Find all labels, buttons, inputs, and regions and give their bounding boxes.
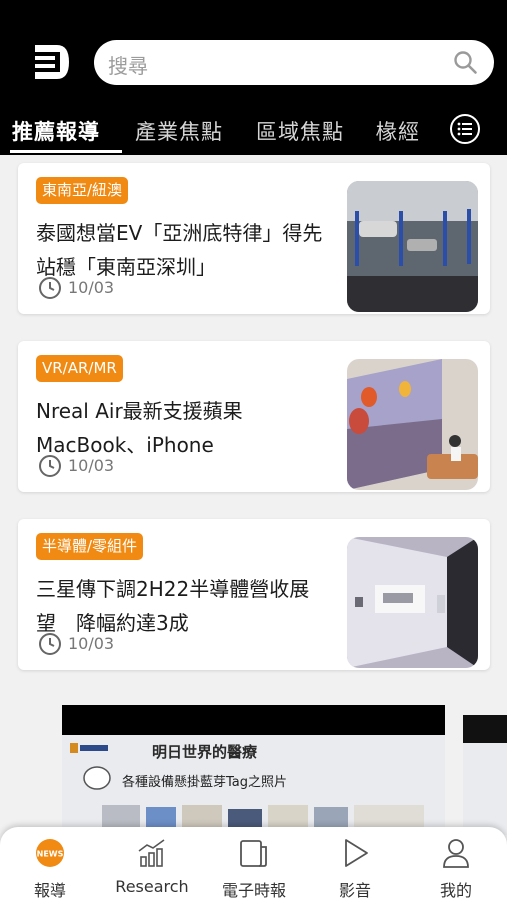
- banner-image: 明日世界的醫療 各種設備懸掛藍芽Tag之照片: [62, 735, 445, 835]
- seal-icon: [83, 766, 111, 790]
- menu-list-icon[interactable]: [449, 113, 481, 145]
- article-card[interactable]: 半導體/零組件 三星傳下調2H22半導體營收展望 降幅約達3成 10/03: [18, 519, 490, 670]
- nav-video[interactable]: 影音: [305, 835, 405, 900]
- category-tag[interactable]: 半導體/零組件: [36, 533, 144, 560]
- article-title[interactable]: 泰國想當EV「亞洲底特律」得先站穩「東南亞深圳」: [36, 216, 324, 284]
- search-input[interactable]: 搜尋: [94, 40, 494, 85]
- digitimes-logo-icon[interactable]: [33, 43, 71, 81]
- newspaper-icon: [240, 840, 267, 867]
- search-placeholder: 搜尋: [108, 54, 148, 78]
- nav-profile[interactable]: 我的: [406, 835, 506, 900]
- nav-news[interactable]: NEWS 報導: [0, 835, 100, 900]
- clock-icon: [39, 455, 61, 477]
- forum-logo-icon: [70, 743, 108, 753]
- news-badge-text: NEWS: [37, 850, 64, 859]
- nav-label: 電子時報: [221, 881, 286, 900]
- user-icon: [443, 839, 469, 868]
- banner-subtitle: 各種設備懸掛藍芽Tag之照片: [122, 775, 288, 790]
- nav-label: 我的: [439, 881, 472, 900]
- nav-label: Research: [115, 877, 189, 896]
- article-date: 10/03: [68, 456, 115, 475]
- app-header: 搜尋 推薦報導 產業焦點 區域焦點 椽經: [0, 0, 507, 155]
- article-date: 10/03: [68, 278, 115, 297]
- next-banner-image: [463, 743, 507, 835]
- banner-title: 明日世界的醫療: [152, 743, 258, 761]
- nav-label: 影音: [338, 881, 371, 900]
- search-icon[interactable]: [453, 50, 478, 75]
- article-thumbnail[interactable]: [347, 181, 478, 312]
- article-date: 10/03: [68, 634, 115, 653]
- play-icon: [345, 839, 368, 867]
- category-tag[interactable]: 東南亞/紐澳: [36, 177, 129, 204]
- banner-carousel[interactable]: 明日世界的醫療 各種設備懸掛藍芽Tag之照片: [0, 705, 507, 835]
- nav-label: 報導: [33, 881, 66, 900]
- article-title[interactable]: 三星傳下調2H22半導體營收展望 降幅約達3成: [36, 572, 324, 640]
- bottom-navigation: NEWS 報導 Research 電子時報 影音 我的: [0, 827, 507, 900]
- article-thumbnail[interactable]: [347, 537, 478, 668]
- tab-economy[interactable]: 椽經: [376, 116, 420, 146]
- next-banner-slide[interactable]: [463, 715, 507, 835]
- category-tag[interactable]: VR/AR/MR: [36, 355, 123, 382]
- article-thumbnail[interactable]: [347, 359, 478, 490]
- active-tab-indicator: [10, 150, 122, 153]
- news-icon: NEWS: [36, 839, 64, 867]
- tab-regional-focus[interactable]: 區域焦點: [256, 116, 344, 146]
- clock-icon: [39, 277, 61, 299]
- nav-research[interactable]: Research: [102, 835, 202, 897]
- nav-e-paper[interactable]: 電子時報: [204, 835, 304, 900]
- banner-slide[interactable]: 明日世界的醫療 各種設備懸掛藍芽Tag之照片: [62, 705, 445, 835]
- article-card[interactable]: VR/AR/MR Nreal Air最新支援蘋果MacBook、iPhone 1…: [18, 341, 490, 492]
- tab-recommended[interactable]: 推薦報導: [12, 116, 100, 146]
- article-title[interactable]: Nreal Air最新支援蘋果MacBook、iPhone: [36, 394, 324, 462]
- category-tabs: 推薦報導 產業焦點 區域焦點 椽經: [0, 106, 507, 155]
- article-card[interactable]: 東南亞/紐澳 泰國想當EV「亞洲底特律」得先站穩「東南亞深圳」 10/03: [18, 163, 490, 314]
- tab-industry-focus[interactable]: 產業焦點: [135, 116, 223, 146]
- clock-icon: [39, 633, 61, 655]
- chart-icon: [138, 839, 165, 867]
